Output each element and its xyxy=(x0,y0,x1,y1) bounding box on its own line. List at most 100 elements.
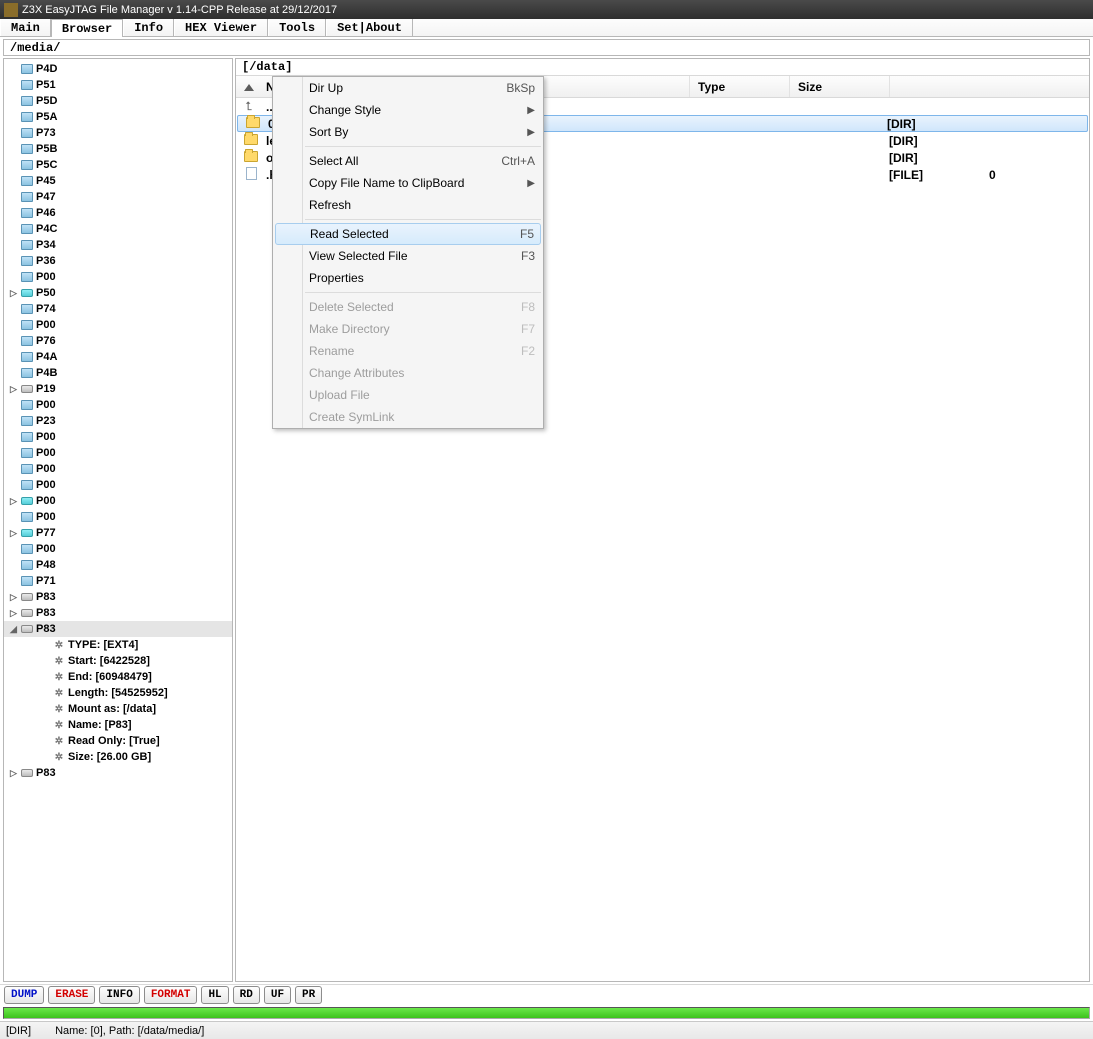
drive-icon xyxy=(20,607,34,619)
tree-row[interactable]: ◢P83 xyxy=(4,621,232,637)
menu-item-properties[interactable]: Properties xyxy=(273,267,543,289)
tree-label: P00 xyxy=(36,479,56,491)
drive-icon xyxy=(20,623,34,635)
chip-icon xyxy=(20,207,34,219)
col-type[interactable]: Type xyxy=(689,76,789,97)
file-type: [DIR] xyxy=(889,134,989,148)
tree-row[interactable]: ▷P19 xyxy=(4,381,232,397)
caret-icon: ▷ xyxy=(10,608,20,619)
toolbar-format[interactable]: FORMAT xyxy=(144,986,198,1004)
chip-icon xyxy=(20,95,34,107)
tree-label: P83 xyxy=(36,591,56,603)
gear-icon: ✲ xyxy=(52,703,66,715)
chip-icon xyxy=(20,63,34,75)
tree-row[interactable]: P73 xyxy=(4,125,232,141)
tree-row[interactable]: P45 xyxy=(4,173,232,189)
gear-icon: ✲ xyxy=(52,671,66,683)
tree-label: P00 xyxy=(36,431,56,443)
tree-row[interactable]: ✲TYPE: [EXT4] xyxy=(4,637,232,653)
tree-row[interactable]: P76 xyxy=(4,333,232,349)
menu-item-upload-file: Upload File xyxy=(273,384,543,406)
tree-row[interactable]: ✲Mount as: [/data] xyxy=(4,701,232,717)
tree-row[interactable]: P46 xyxy=(4,205,232,221)
tab-hex-viewer[interactable]: HEX Viewer xyxy=(174,19,268,36)
tree-row[interactable]: ✲End: [60948479] xyxy=(4,669,232,685)
tree-row[interactable]: P5C xyxy=(4,157,232,173)
tree-label: P19 xyxy=(36,383,56,395)
col-extra[interactable] xyxy=(889,76,1089,97)
tree-row[interactable]: P36 xyxy=(4,253,232,269)
tree-row[interactable]: P34 xyxy=(4,237,232,253)
tab-browser[interactable]: Browser xyxy=(51,19,123,37)
tree-row[interactable]: P00 xyxy=(4,509,232,525)
tree-row[interactable]: P48 xyxy=(4,557,232,573)
chip-icon xyxy=(20,575,34,587)
tree-label: Name: [P83] xyxy=(68,719,132,731)
tree-row[interactable]: P5D xyxy=(4,93,232,109)
tree-row[interactable]: ▷ P83 xyxy=(4,605,232,621)
tree-row[interactable]: P4D xyxy=(4,61,232,77)
menu-item-read-selected[interactable]: Read SelectedF5 xyxy=(275,223,541,245)
tree-row[interactable]: P00 xyxy=(4,269,232,285)
tree-row[interactable]: P4A xyxy=(4,349,232,365)
menu-item-copy-file-name-to-clipboard[interactable]: Copy File Name to ClipBoard▶ xyxy=(273,172,543,194)
tree-row[interactable]: P74 xyxy=(4,301,232,317)
toolbar-erase[interactable]: ERASE xyxy=(48,986,95,1004)
menu-item-change-style[interactable]: Change Style▶ xyxy=(273,99,543,121)
tree-row[interactable]: P5A xyxy=(4,109,232,125)
menu-item-refresh[interactable]: Refresh xyxy=(273,194,543,216)
tree-row[interactable]: P4B xyxy=(4,365,232,381)
status-left: [DIR] xyxy=(6,1025,31,1037)
menu-item-select-all[interactable]: Select AllCtrl+A xyxy=(273,150,543,172)
tree-row[interactable]: ✲Start: [6422528] xyxy=(4,653,232,669)
chip-icon xyxy=(20,79,34,91)
toolbar-pr[interactable]: PR xyxy=(295,986,322,1004)
tree-label: P73 xyxy=(36,127,56,139)
tree-row[interactable]: ▷P77 xyxy=(4,525,232,541)
tree-row[interactable]: ▷P00 xyxy=(4,493,232,509)
tree-row[interactable]: P00 xyxy=(4,477,232,493)
toolbar-hl[interactable]: HL xyxy=(201,986,228,1004)
breadcrumb[interactable]: /media/ xyxy=(3,39,1090,56)
menu-label: Create SymLink xyxy=(309,410,535,424)
chip-icon xyxy=(20,399,34,411)
tab-set-about[interactable]: Set|About xyxy=(326,19,413,36)
tree-row[interactable]: ✲Length: [54525952] xyxy=(4,685,232,701)
tree-row[interactable]: P00 xyxy=(4,429,232,445)
tree-label: P83 xyxy=(36,607,56,619)
sort-asc-icon[interactable] xyxy=(244,84,254,91)
tree-row[interactable]: ✲Size: [26.00 GB] xyxy=(4,749,232,765)
toolbar-dump[interactable]: DUMP xyxy=(4,986,44,1004)
titlebar: Z3X EasyJTAG File Manager v 1.14-CPP Rel… xyxy=(0,0,1093,19)
toolbar-info[interactable]: INFO xyxy=(99,986,139,1004)
col-size[interactable]: Size xyxy=(789,76,889,97)
tree-row[interactable]: ▷P83 xyxy=(4,765,232,781)
tree-row[interactable]: P00 xyxy=(4,317,232,333)
chip-icon xyxy=(20,111,34,123)
tree-row[interactable]: P00 xyxy=(4,397,232,413)
tree-row[interactable]: P23 xyxy=(4,413,232,429)
tree-row[interactable]: P47 xyxy=(4,189,232,205)
tree-row[interactable]: P5B xyxy=(4,141,232,157)
tab-info[interactable]: Info xyxy=(123,19,174,36)
tree-label: P5B xyxy=(36,143,57,155)
tree-label: P00 xyxy=(36,463,56,475)
tree-row[interactable]: P00 xyxy=(4,461,232,477)
tab-main[interactable]: Main xyxy=(0,19,51,36)
menu-label: Change Style xyxy=(309,103,527,117)
tree-row[interactable]: P51 xyxy=(4,77,232,93)
window-title: Z3X EasyJTAG File Manager v 1.14-CPP Rel… xyxy=(22,4,337,16)
tree-row[interactable]: ✲Read Only: [True] xyxy=(4,733,232,749)
tree-row[interactable]: ▷P50 xyxy=(4,285,232,301)
tree-row[interactable]: P71 xyxy=(4,573,232,589)
tab-tools[interactable]: Tools xyxy=(268,19,326,36)
menu-item-view-selected-file[interactable]: View Selected FileF3 xyxy=(273,245,543,267)
tree-row[interactable]: P00 xyxy=(4,541,232,557)
tree-row[interactable]: ✲Name: [P83] xyxy=(4,717,232,733)
menu-item-sort-by[interactable]: Sort By▶ xyxy=(273,121,543,143)
tree-row[interactable]: P00 xyxy=(4,445,232,461)
toolbar-rd[interactable]: RD xyxy=(233,986,260,1004)
toolbar-uf[interactable]: UF xyxy=(264,986,291,1004)
tree-row[interactable]: ▷P83 xyxy=(4,589,232,605)
tree-row[interactable]: P4C xyxy=(4,221,232,237)
